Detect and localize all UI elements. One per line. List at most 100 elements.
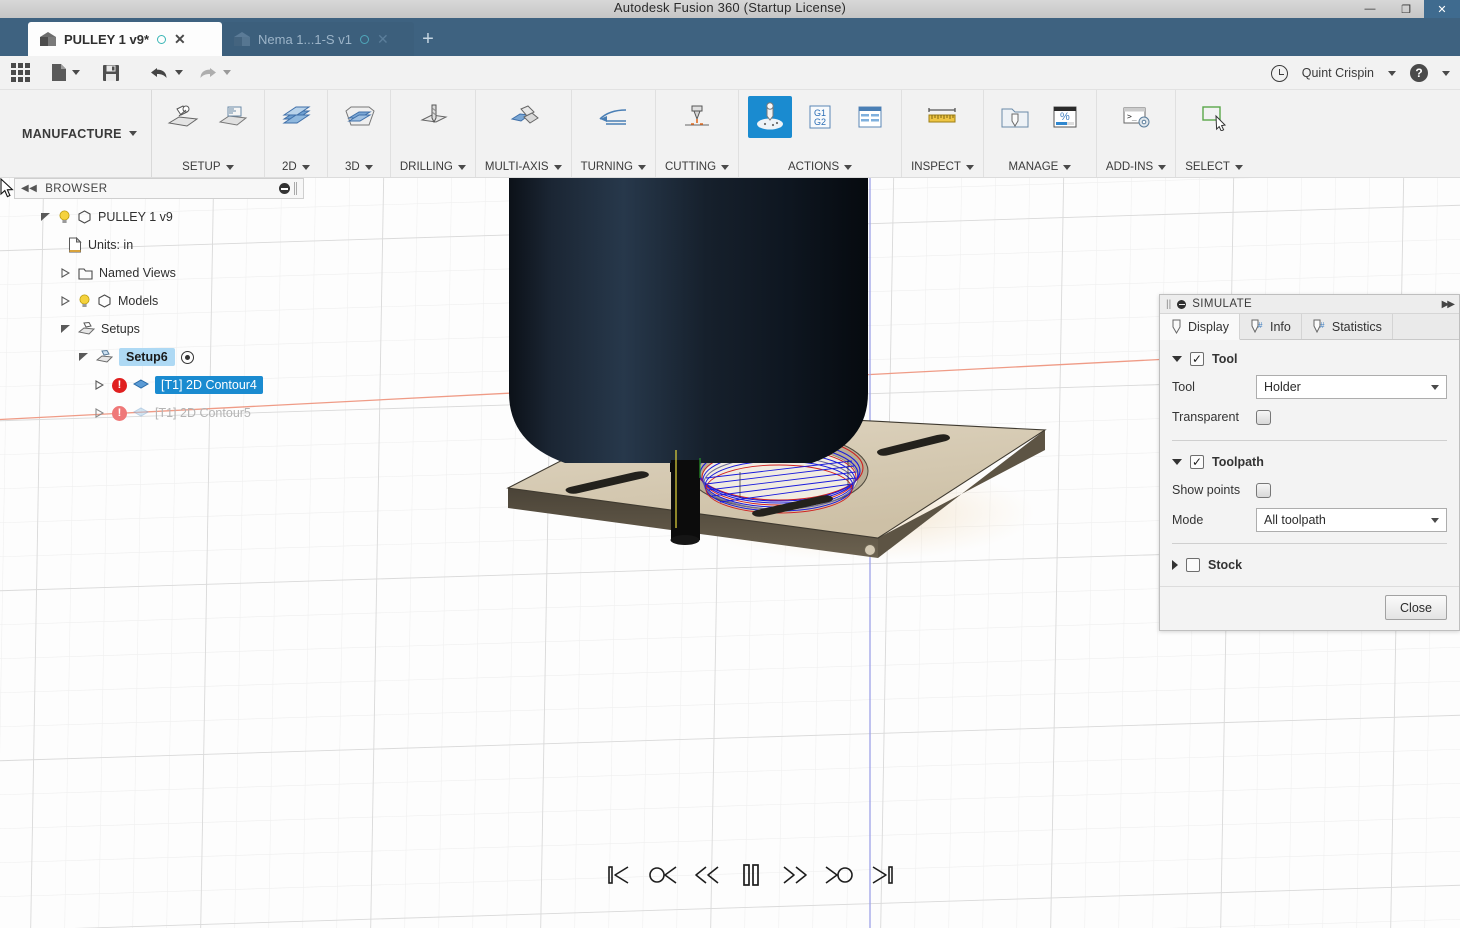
transparent-checkbox[interactable]: [1256, 410, 1271, 425]
close-tab-icon[interactable]: ✕: [377, 32, 389, 46]
measure-button[interactable]: [920, 96, 964, 138]
chevron-down-icon[interactable]: [1172, 459, 1182, 465]
select-button[interactable]: [1192, 96, 1236, 138]
close-button[interactable]: Close: [1385, 595, 1447, 620]
tab-statistics[interactable]: # Statistics: [1302, 314, 1393, 339]
document-tab-pulley[interactable]: PULLEY 1 v9* ✕: [28, 22, 222, 56]
ribbon-group-label[interactable]: INSPECT: [911, 161, 974, 177]
clock-icon[interactable]: [1271, 65, 1288, 82]
help-icon[interactable]: ?: [1410, 64, 1428, 82]
twisty-right-icon[interactable]: [92, 380, 106, 390]
workspace-selector[interactable]: MANUFACTURE: [0, 90, 152, 177]
fast-forward-button[interactable]: [780, 860, 810, 890]
tool-library-button[interactable]: [993, 96, 1037, 138]
redo-button[interactable]: [190, 56, 238, 90]
error-badge-icon[interactable]: !: [112, 378, 127, 393]
tree-node-pulley[interactable]: PULLEY 1 v9: [14, 203, 304, 231]
twisty-right-icon[interactable]: [58, 268, 72, 278]
rewind-button[interactable]: [692, 860, 722, 890]
simulate-dialog-header[interactable]: || SIMULATE ▶▶: [1160, 295, 1459, 314]
setup-sheet-button[interactable]: [848, 96, 892, 138]
minus-circle-icon[interactable]: [279, 183, 290, 194]
close-tab-icon[interactable]: ✕: [174, 32, 186, 46]
tree-node-named-views[interactable]: Named Views: [14, 259, 304, 287]
field-label: Mode: [1172, 513, 1256, 527]
step-back-button[interactable]: [648, 860, 678, 890]
app-grid-button[interactable]: [0, 56, 42, 90]
panel-resize-grip[interactable]: [294, 182, 297, 195]
ribbon-group-label[interactable]: SETUP: [182, 161, 233, 177]
machining-time-button[interactable]: %: [1043, 96, 1087, 138]
tree-node-models[interactable]: Models: [14, 287, 304, 315]
ribbon-group-label[interactable]: MULTI-AXIS: [485, 161, 562, 177]
ribbon-group-label[interactable]: 2D: [282, 161, 310, 177]
ribbon-group-label[interactable]: SELECT: [1185, 161, 1243, 177]
chevron-down-icon[interactable]: [1388, 71, 1396, 76]
new-file-button[interactable]: [42, 56, 88, 90]
show-points-checkbox[interactable]: [1256, 483, 1271, 498]
toolpath-section-checkbox[interactable]: [1190, 455, 1204, 469]
ribbon-group-label[interactable]: MANAGE: [1008, 161, 1071, 177]
simulate-button[interactable]: [748, 96, 792, 138]
mode-dropdown[interactable]: All toolpath: [1256, 508, 1447, 532]
setup-folder-button[interactable]: [211, 96, 255, 138]
tree-node-setups[interactable]: Setups: [14, 315, 304, 343]
twisty-down-icon[interactable]: [76, 352, 90, 362]
chevron-right-icon[interactable]: [1172, 560, 1178, 570]
drilling-button[interactable]: [411, 96, 455, 138]
ribbon-group-label[interactable]: ACTIONS: [788, 161, 852, 177]
chevron-down-icon[interactable]: [1442, 71, 1450, 76]
tree-node-units[interactable]: Units: in: [14, 231, 304, 259]
cutting-button[interactable]: [675, 96, 719, 138]
ribbon-group-label[interactable]: DRILLING: [400, 161, 466, 177]
post-process-button[interactable]: G1 G2: [798, 96, 842, 138]
scripts-addins-button[interactable]: >_: [1114, 96, 1158, 138]
ribbon-group-inspect: INSPECT: [902, 90, 984, 177]
visibility-bulb-icon[interactable]: [58, 210, 71, 224]
new-tab-button[interactable]: +: [414, 22, 442, 56]
expand-right-icon[interactable]: ▶▶: [1442, 299, 1453, 310]
tool-section-checkbox[interactable]: [1190, 352, 1204, 366]
skip-to-start-button[interactable]: [604, 860, 634, 890]
tab-info[interactable]: # Info: [1240, 314, 1302, 339]
skip-to-end-button[interactable]: [868, 860, 898, 890]
save-button[interactable]: [88, 56, 134, 90]
chevron-down-icon[interactable]: [1172, 356, 1182, 362]
minimize-button[interactable]: —: [1352, 0, 1388, 18]
document-tab-nema[interactable]: Nema 1...1-S v1 ✕: [222, 22, 414, 56]
ribbon-group-label[interactable]: TURNING: [581, 161, 646, 177]
maximize-button[interactable]: ❐: [1388, 0, 1424, 18]
twisty-down-icon[interactable]: [38, 212, 52, 222]
twisty-right-icon[interactable]: [92, 408, 106, 418]
ribbon-group-label[interactable]: ADD-INS: [1106, 161, 1166, 177]
ribbon-group-label[interactable]: CUTTING: [665, 161, 729, 177]
section-header-tool[interactable]: Tool: [1160, 346, 1459, 372]
collapse-left-icon[interactable]: ◀◀: [21, 183, 37, 194]
dialog-grip-icon[interactable]: ||: [1166, 299, 1171, 310]
minus-circle-icon[interactable]: [1177, 300, 1186, 309]
user-account-label[interactable]: Quint Crispin: [1302, 66, 1374, 80]
active-setup-radio[interactable]: [181, 351, 194, 364]
tree-node-contour5[interactable]: ! [T1] 2D Contour5: [14, 399, 304, 427]
pause-button[interactable]: [736, 860, 766, 890]
3d-toolpath-button[interactable]: [337, 96, 381, 138]
section-header-toolpath[interactable]: Toolpath: [1160, 449, 1459, 475]
section-header-stock[interactable]: Stock: [1160, 552, 1459, 586]
turning-button[interactable]: [591, 96, 635, 138]
tool-dropdown[interactable]: Holder: [1256, 375, 1447, 399]
close-window-button[interactable]: ✕: [1424, 0, 1460, 18]
tree-node-contour4[interactable]: ! [T1] 2D Contour4: [14, 371, 304, 399]
stock-section-checkbox[interactable]: [1186, 558, 1200, 572]
step-forward-button[interactable]: [824, 860, 854, 890]
setup-button[interactable]: [161, 96, 205, 138]
visibility-bulb-icon[interactable]: [78, 294, 91, 308]
tab-display[interactable]: Display: [1160, 314, 1240, 340]
error-badge-icon[interactable]: !: [112, 406, 127, 421]
undo-button[interactable]: [142, 56, 190, 90]
multi-axis-button[interactable]: [501, 96, 545, 138]
tree-node-setup6[interactable]: Setup6: [14, 343, 304, 371]
twisty-right-icon[interactable]: [58, 296, 72, 306]
twisty-down-icon[interactable]: [58, 324, 72, 334]
ribbon-group-label[interactable]: 3D: [345, 161, 373, 177]
2d-toolpath-button[interactable]: [274, 96, 318, 138]
